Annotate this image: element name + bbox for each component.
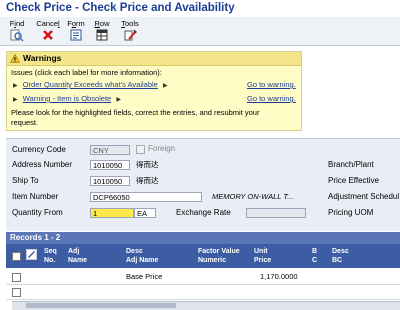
- currency-code-field[interactable]: CNY: [90, 145, 130, 155]
- col-unit-price[interactable]: Unit Price: [254, 247, 271, 265]
- tools-icon: [124, 29, 137, 41]
- address-number-label: Address Number: [12, 160, 73, 169]
- cancel-button[interactable]: Cancel: [36, 19, 60, 41]
- row-icon: [96, 29, 108, 41]
- adjustment-schedule-label: Adjustment Schedul: [328, 192, 400, 201]
- foreign-label: Foreign: [148, 144, 176, 153]
- warnings-panel: Warnings Issues (click each label for mo…: [6, 51, 302, 131]
- col-seq-no[interactable]: Seq No.: [44, 247, 57, 265]
- find-icon: [10, 29, 24, 42]
- header-form: Currency Code CNY Foreign Address Number…: [6, 138, 400, 231]
- warnings-footer-1: Please look for the highlighted fields, …: [11, 108, 260, 117]
- address-number-desc: 得而达: [136, 160, 159, 169]
- exchange-rate-label: Exchange Rate: [176, 208, 231, 217]
- go-to-warning-link-1[interactable]: Go to warning.: [247, 80, 296, 89]
- records-label: Records 1 - 2: [6, 232, 400, 244]
- foreign-checkbox[interactable]: [136, 145, 145, 154]
- table-row[interactable]: [6, 285, 400, 300]
- warning-item: ▶ Warning - Item is Obsolete ▶: [13, 94, 124, 103]
- item-number-field[interactable]: DCP66050: [90, 192, 202, 202]
- warnings-footer-2: request.: [11, 118, 39, 127]
- pricing-uom-label: Pricing UOM: [328, 208, 374, 217]
- exchange-rate-field[interactable]: [246, 208, 306, 218]
- column-settings-icon[interactable]: [26, 249, 37, 260]
- warning-link-obsolete[interactable]: Warning - Item is Obsolete: [23, 94, 112, 103]
- row-button[interactable]: Row: [91, 19, 113, 41]
- col-adj-name[interactable]: Adj Name: [68, 247, 87, 265]
- go-to-warning-link-2[interactable]: Go to warning.: [247, 94, 296, 103]
- col-factor-value[interactable]: Factor Value Numeric: [198, 247, 240, 265]
- expand-arrow-icon[interactable]: ▶: [13, 83, 18, 89]
- ship-to-desc: 得而达: [136, 176, 159, 185]
- address-number-field[interactable]: 1010050: [90, 160, 130, 170]
- item-number-label: Item Number: [12, 192, 59, 201]
- quantity-uom-field[interactable]: EA: [134, 208, 156, 218]
- col-desc-adj-name[interactable]: Desc Adj Name: [126, 247, 158, 265]
- expand-arrow-icon[interactable]: ▶: [13, 97, 18, 103]
- arrow-icon: ▶: [116, 97, 121, 103]
- select-all-checkbox[interactable]: [12, 252, 21, 261]
- row-checkbox[interactable]: [12, 288, 21, 297]
- window-title: Check Price - Check Price and Availabili…: [0, 0, 400, 17]
- warning-link-quantity[interactable]: Order Quantity Exceeds what's Available: [23, 80, 158, 89]
- currency-code-label: Currency Code: [12, 145, 66, 154]
- horizontal-scrollbar[interactable]: [12, 301, 400, 310]
- cancel-icon: [43, 30, 53, 40]
- col-desc-bc[interactable]: Desc BC: [332, 247, 349, 265]
- form-button[interactable]: Form: [65, 19, 87, 41]
- scrollbar-thumb[interactable]: [26, 303, 176, 308]
- arrow-icon: ▶: [162, 83, 168, 89]
- quantity-from-label: Quantity From: [12, 208, 63, 217]
- ship-to-label: Ship To: [12, 176, 39, 185]
- find-button[interactable]: Find: [6, 19, 28, 42]
- warning-item: ▶ Order Quantity Exceeds what's Availabl…: [13, 80, 171, 89]
- unit-price-cell: 1,170.0000: [260, 272, 298, 281]
- form-icon: [70, 29, 82, 41]
- warning-icon: [10, 54, 20, 63]
- price-effective-label: Price Effective: [328, 176, 379, 185]
- grid-header: Seq No. Adj Name Desc Adj Name Factor Value…: [6, 244, 400, 268]
- col-bc[interactable]: BC: [312, 247, 317, 265]
- quantity-from-field[interactable]: 1: [90, 208, 134, 218]
- tools-button[interactable]: Tools: [118, 19, 142, 41]
- branch-plant-label: Branch/Plant: [328, 160, 374, 169]
- warnings-intro: Issues (click each label for more inform…: [11, 68, 162, 77]
- table-row[interactable]: Base Price 1,170.0000: [6, 270, 400, 285]
- ship-to-field[interactable]: 1010050: [90, 176, 130, 186]
- row-checkbox[interactable]: [12, 273, 21, 282]
- item-description: MEMORY ON-WALL T...: [212, 192, 294, 201]
- warnings-header: Warnings: [23, 53, 62, 63]
- price-grid: Records 1 - 2 Seq No. Adj Name Desc Adj Nam…: [6, 232, 400, 310]
- desc-adj-name-cell: Base Price: [126, 272, 163, 281]
- toolbar: Find Cancel Form Row Tools: [0, 17, 400, 46]
